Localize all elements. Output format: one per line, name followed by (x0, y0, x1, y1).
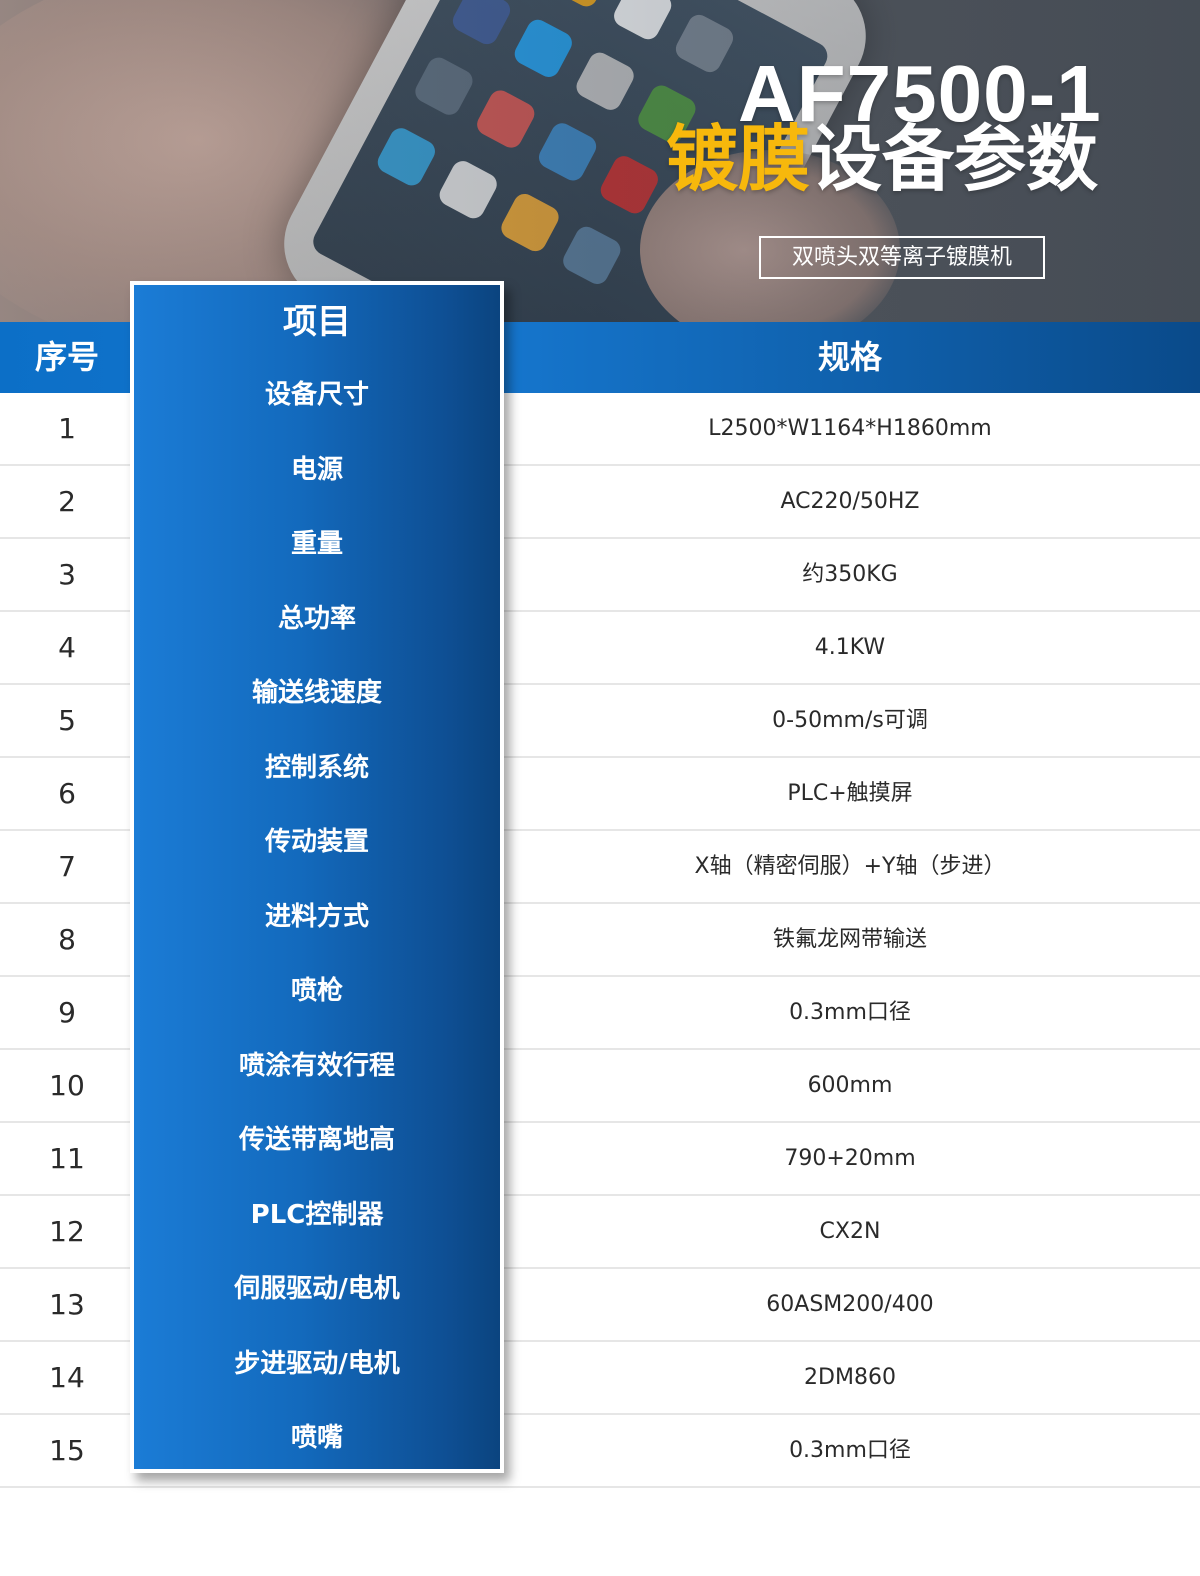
row-spec: 铁氟龙网带输送 (772, 927, 927, 952)
item-label: 设备尺寸 (264, 380, 369, 410)
item-label: 输送线速度 (251, 678, 382, 708)
item-label: 喷嘴 (290, 1423, 343, 1453)
row-spec: 0.3mm口径 (789, 1438, 911, 1463)
row-number: 4 (58, 631, 76, 664)
row-spec: L2500*W1164*H1860mm (708, 416, 992, 441)
column-header-spec: 规格 (817, 338, 882, 376)
item-label: 电源 (290, 454, 343, 485)
row-spec: 0.3mm口径 (789, 1000, 911, 1025)
item-label: 喷涂有效行程 (238, 1050, 395, 1081)
row-spec: 约350KG (802, 562, 898, 587)
item-label: 伺服驱动/电机 (234, 1274, 400, 1304)
row-number: 12 (49, 1215, 85, 1248)
row-spec: 790+20mm (784, 1146, 916, 1171)
items-list: 设备尺寸 电源 重量 总功率 输送线速度 控制系统 传动装置 进料方式 喷枪 喷… (134, 358, 500, 1476)
row-spec: 0-50mm/s可调 (772, 708, 928, 733)
title-rest: 设备参数 (810, 117, 1099, 201)
row-spec: 600mm (807, 1073, 893, 1098)
items-panel: 项目 设备尺寸 电源 重量 总功率 输送线速度 控制系统 传动装置 进料方式 喷… (130, 281, 504, 1473)
row-spec: 2DM860 (804, 1365, 896, 1390)
row-number: 13 (49, 1288, 85, 1321)
row-spec: X轴（精密伺服）+Y轴（步进） (694, 854, 1006, 879)
item-label: 总功率 (277, 603, 356, 634)
row-number: 15 (49, 1434, 85, 1467)
row-spec: PLC+触摸屏 (787, 781, 913, 806)
item-label: 重量 (290, 529, 343, 559)
row-number: 6 (58, 777, 76, 810)
row-number: 5 (58, 704, 76, 737)
row-number: 3 (58, 558, 76, 591)
row-number: 7 (58, 850, 76, 883)
column-header-item: 项目 (283, 302, 351, 342)
item-label: 控制系统 (264, 752, 369, 783)
item-label: PLC控制器 (250, 1199, 384, 1230)
item-label: 喷枪 (290, 976, 343, 1006)
item-label: 传送带离地高 (238, 1125, 395, 1155)
item-label: 步进驱动/电机 (234, 1348, 400, 1379)
title-highlight: 镀膜 (666, 117, 811, 201)
row-number: 10 (49, 1069, 85, 1102)
row-spec: 60ASM200/400 (766, 1292, 934, 1317)
subtitle-badge: 双喷头双等离子镀膜机 (759, 236, 1045, 279)
item-label: 传动装置 (264, 827, 369, 857)
page-title: 镀膜设备参数 (666, 118, 1098, 200)
row-number: 8 (58, 923, 76, 956)
row-spec: 4.1KW (814, 635, 886, 660)
row-number: 14 (49, 1361, 85, 1394)
row-number: 9 (58, 996, 76, 1029)
row-number: 2 (58, 485, 76, 518)
row-number: 1 (58, 412, 76, 445)
row-number: 11 (49, 1142, 85, 1175)
column-header-seq: 序号 (34, 338, 99, 376)
item-label: 进料方式 (264, 901, 369, 932)
row-spec: AC220/50HZ (780, 489, 920, 514)
row-spec: CX2N (819, 1219, 881, 1244)
